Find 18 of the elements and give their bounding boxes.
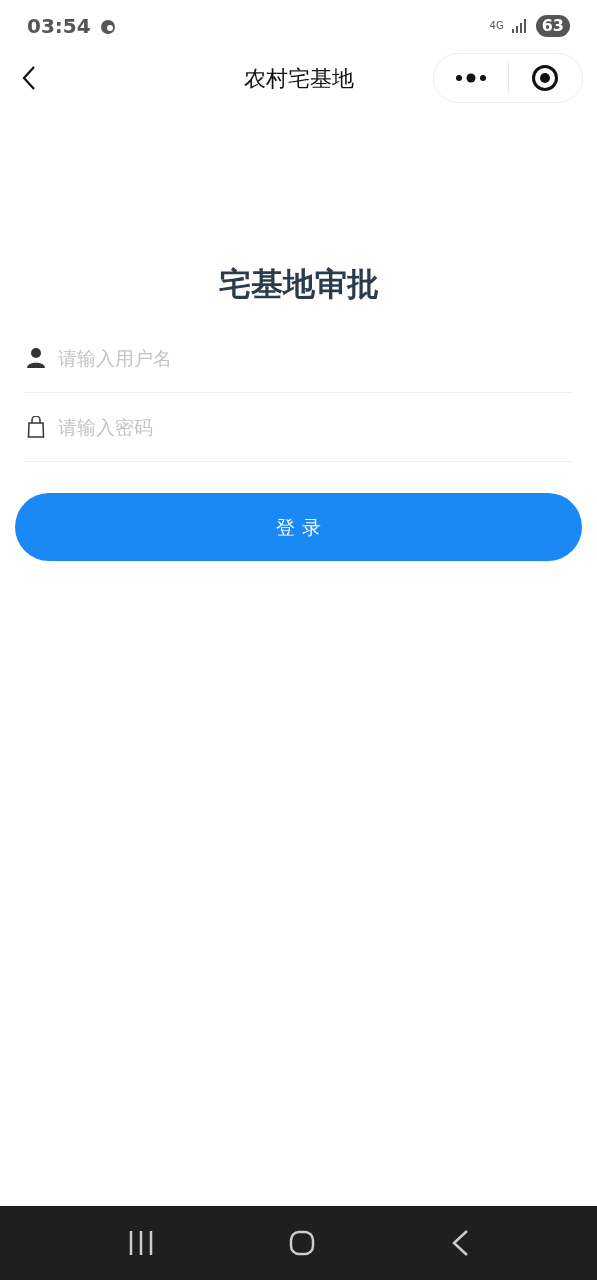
input-field[interactable]: 请输入密码 <box>58 412 571 442</box>
user-icon <box>26 347 46 369</box>
page-title: 农村宅基地 <box>243 64 354 93</box>
bag-icon <box>26 416 46 438</box>
network-label: 4G <box>489 21 504 31</box>
notification-icon <box>98 17 117 35</box>
status-time: 03:54 <box>27 13 91 40</box>
login-button[interactable]: 登 录 <box>15 493 582 561</box>
signal-icon <box>511 19 528 33</box>
home-icon[interactable] <box>289 1230 316 1256</box>
login-heading: 宅基地审批 <box>217 264 380 305</box>
back-icon[interactable] <box>451 1229 470 1257</box>
battery-level: 63 <box>535 15 570 37</box>
recent-apps-icon[interactable] <box>127 1230 154 1256</box>
input-field[interactable]: 请输入用户名 <box>58 343 571 373</box>
back-icon <box>22 65 36 91</box>
more-icon <box>454 73 487 83</box>
target-icon <box>531 64 560 92</box>
